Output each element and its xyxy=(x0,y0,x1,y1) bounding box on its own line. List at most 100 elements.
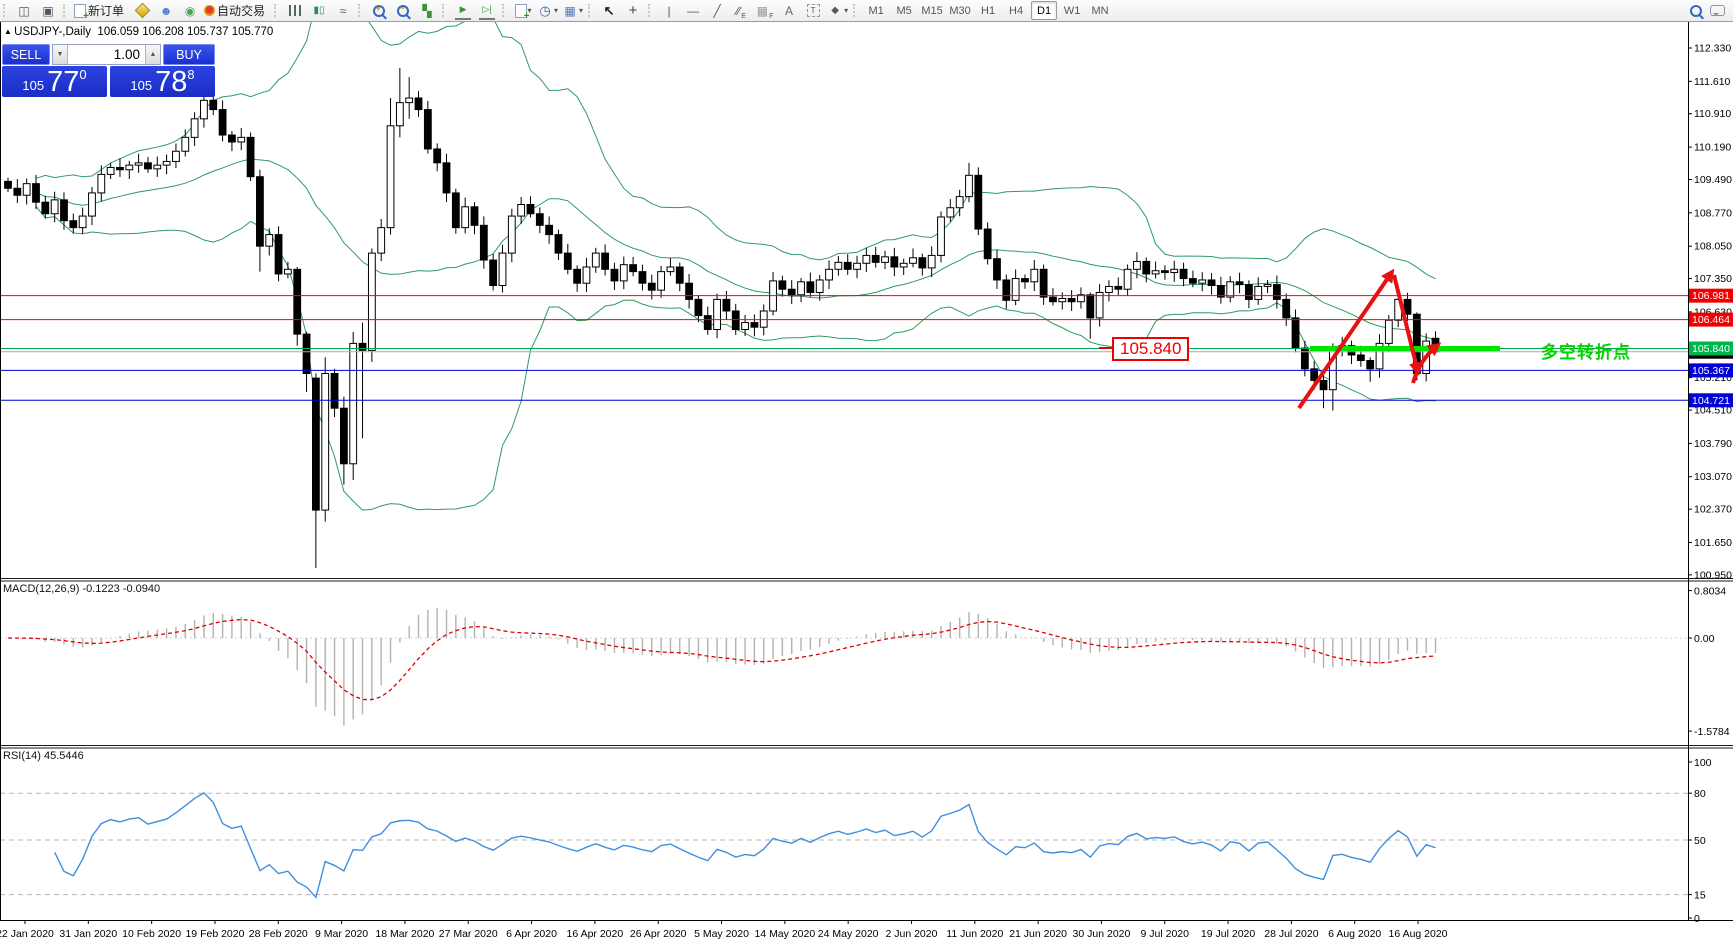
zoom-in-icon: + xyxy=(373,3,386,17)
bar-chart-icon xyxy=(289,5,302,16)
tf-m15-button[interactable]: M15 xyxy=(919,1,945,20)
auto-scroll-icon: ▶ xyxy=(455,2,472,20)
toolbar-grip xyxy=(358,4,363,17)
toolbar: ◫ ▣ + 新订单 ☻ ◉ 自动交易 ▮▯ ≈ + − ▚ ▶ ▷| + ▾ ◷ ▾… xyxy=(0,0,1733,22)
crosshair-button[interactable]: + xyxy=(621,1,645,21)
auto-scroll-button[interactable]: ▶ xyxy=(451,1,475,21)
sell-button[interactable]: SELL xyxy=(2,44,50,65)
svg-text:-1.5784: -1.5784 xyxy=(1694,726,1730,738)
buy-price[interactable]: 105 78 8 xyxy=(110,66,215,97)
svg-text:105.840: 105.840 xyxy=(1692,343,1730,355)
templates-button[interactable]: ▦ ▾ xyxy=(560,1,585,21)
arrows-button[interactable]: ◆ ▾ xyxy=(825,1,850,21)
indicators-button[interactable]: + ▾ xyxy=(511,1,535,21)
svg-text:0.00: 0.00 xyxy=(1694,633,1715,645)
tf-h1-button[interactable]: H1 xyxy=(975,1,1001,20)
tf-w1-button[interactable]: W1 xyxy=(1059,1,1085,20)
volume-value[interactable]: 1.00 xyxy=(68,45,145,64)
tf-m30-button[interactable]: M30 xyxy=(947,1,973,20)
periods-button[interactable]: ◷ ▾ xyxy=(535,1,560,21)
tile-windows-button[interactable]: ▚ xyxy=(415,1,439,21)
volume-decrease-button[interactable]: ▼ xyxy=(53,45,68,64)
svg-text:103.070: 103.070 xyxy=(1694,471,1732,483)
sell-price[interactable]: 105 77 0 xyxy=(2,66,107,97)
toolbar-grip xyxy=(442,4,447,17)
vertical-line-button[interactable]: | xyxy=(657,1,681,21)
mt4-window: ◫ ▣ + 新订单 ☻ ◉ 自动交易 ▮▯ ≈ + − ▚ ▶ ▷| + ▾ ◷ ▾… xyxy=(0,0,1733,943)
fibonacci-sub-label: F xyxy=(769,12,774,20)
data-window-button[interactable]: ☻ xyxy=(154,1,178,21)
sell-price-pips: 0 xyxy=(79,67,87,82)
svg-text:110.910: 110.910 xyxy=(1694,108,1731,120)
new-chart-button[interactable]: ◫ xyxy=(12,1,36,21)
price-annotation-box[interactable]: 105.840 xyxy=(1112,337,1190,361)
rsi-indicator-label: RSI(14) 45.5446 xyxy=(3,750,84,762)
candlestick-icon: ▮▯ xyxy=(313,5,325,16)
volume-stepper[interactable]: ▼ 1.00 ▲ xyxy=(52,44,161,65)
text-icon: A xyxy=(785,3,794,18)
chat-button[interactable] xyxy=(1708,1,1733,21)
tf-m1-button[interactable]: M1 xyxy=(863,1,889,20)
volume-increase-button[interactable]: ▲ xyxy=(145,45,160,64)
fibonacci-button[interactable]: ▦ F xyxy=(753,1,777,21)
tf-mn-button[interactable]: MN xyxy=(1087,1,1113,20)
svg-text:24 May 2020: 24 May 2020 xyxy=(818,928,879,940)
svg-text:31 Jan 2020: 31 Jan 2020 xyxy=(59,928,117,940)
line-chart-button[interactable]: ≈ xyxy=(331,1,355,21)
svg-text:28 Jul 2020: 28 Jul 2020 xyxy=(1264,928,1318,940)
svg-text:6 Aug 2020: 6 Aug 2020 xyxy=(1328,928,1381,940)
chat-icon xyxy=(1710,5,1725,16)
market-watch-button[interactable] xyxy=(130,1,154,21)
chart-shift-button[interactable]: ▷| xyxy=(475,1,499,21)
text-label-button[interactable]: T xyxy=(801,1,825,21)
toolbar-grip xyxy=(648,4,653,17)
svg-text:27 Mar 2020: 27 Mar 2020 xyxy=(439,928,498,940)
horizontal-line-button[interactable]: — xyxy=(681,1,705,21)
market-watch-icon xyxy=(134,2,150,19)
cursor-button[interactable]: ↖ xyxy=(597,1,621,21)
new-order-button[interactable]: + 新订单 xyxy=(72,1,130,21)
text-label-icon: T xyxy=(806,4,820,17)
vertical-line-icon: | xyxy=(667,3,671,18)
new-order-icon: + xyxy=(74,3,89,21)
svg-text:28 Feb 2020: 28 Feb 2020 xyxy=(249,928,308,940)
search-button[interactable] xyxy=(1684,1,1708,21)
toolbar-grip xyxy=(63,4,68,17)
buy-button[interactable]: BUY xyxy=(163,44,215,65)
profiles-button[interactable]: ▣ xyxy=(36,1,60,21)
tf-h4-button[interactable]: H4 xyxy=(1003,1,1029,20)
candlestick-chart-button[interactable]: ▮▯ xyxy=(307,1,331,21)
zoom-out-button[interactable]: − xyxy=(391,1,415,21)
svg-text:109.490: 109.490 xyxy=(1694,174,1732,186)
text-button[interactable]: A xyxy=(777,1,801,21)
toolbar-grip xyxy=(3,4,8,17)
svg-text:50: 50 xyxy=(1694,835,1706,847)
svg-text:110.190: 110.190 xyxy=(1694,142,1731,154)
tf-d1-button[interactable]: D1 xyxy=(1031,1,1058,20)
chart-shift-icon: ▷| xyxy=(479,2,496,20)
pitchfork-button[interactable]: ∕∕ E xyxy=(729,1,753,21)
collapse-arrow-icon: ▲ xyxy=(4,27,15,36)
one-click-trading-panel: SELL ▼ 1.00 ▲ BUY 105 77 0 105 78 8 xyxy=(2,44,215,97)
svg-text:112.330: 112.330 xyxy=(1694,43,1731,55)
svg-text:5 May 2020: 5 May 2020 xyxy=(694,928,749,940)
svg-text:15: 15 xyxy=(1694,890,1706,902)
cursor-icon: ↖ xyxy=(603,2,615,18)
tf-m5-button[interactable]: M5 xyxy=(891,1,917,20)
price-chart[interactable]: 112.330 111.610 110.910 110.190 109.490 108.7… xyxy=(0,21,1733,943)
autotrade-label: 自动交易 xyxy=(217,4,266,18)
macd-indicator-label: MACD(12,26,9) -0.1223 -0.0940 xyxy=(3,583,161,595)
svg-text:106.464: 106.464 xyxy=(1692,314,1730,326)
fibonacci-icon: ▦ xyxy=(756,3,769,18)
bar-chart-button[interactable] xyxy=(283,1,307,21)
pivot-note-text[interactable]: 多空转折点 xyxy=(1541,338,1631,363)
autotrade-button[interactable]: 自动交易 xyxy=(202,1,271,21)
zoom-in-button[interactable]: + xyxy=(367,1,391,21)
buy-price-big: 78 xyxy=(155,66,188,98)
new-chart-icon: ◫ xyxy=(18,3,30,18)
signals-button[interactable]: ◉ xyxy=(178,1,202,21)
tile-windows-icon: ▚ xyxy=(422,3,432,18)
svg-text:80: 80 xyxy=(1694,788,1706,800)
svg-text:9 Jul 2020: 9 Jul 2020 xyxy=(1141,928,1190,940)
trendline-button[interactable]: ╱ xyxy=(705,1,729,21)
